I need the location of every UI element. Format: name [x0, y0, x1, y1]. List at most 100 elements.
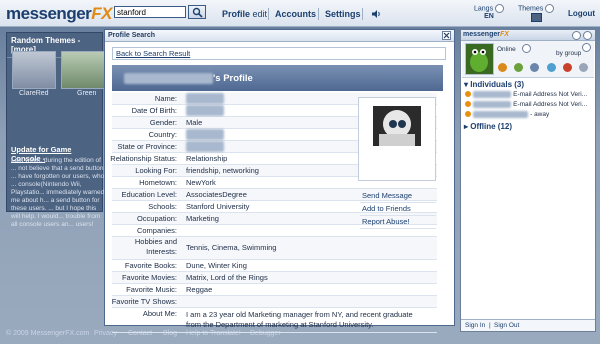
chevron-down-icon[interactable]: [545, 4, 555, 13]
langs-label: Langs: [474, 5, 494, 13]
field-label: Education Level:: [121, 190, 177, 199]
sign-out-link[interactable]: Sign Out: [494, 322, 519, 329]
close-icon: [443, 32, 450, 39]
field-value: Male: [186, 118, 203, 127]
field-label: Favorite TV Shows:: [111, 297, 177, 306]
minimize-icon[interactable]: [572, 31, 581, 40]
nav-profile-edit[interactable]: edit: [253, 9, 268, 19]
nav-divider: [318, 8, 319, 20]
nav-divider: [362, 8, 363, 20]
group-individuals-label: Individuals (3): [470, 80, 525, 89]
logout-link[interactable]: Logout: [568, 9, 595, 18]
expand-chevron-icon: ▾: [464, 80, 469, 89]
field-value: xxxxxxxxxx: [186, 93, 224, 104]
field-value: Reggae: [186, 285, 213, 294]
field-label: Gender:: [149, 118, 177, 127]
expand-chevron-icon: ▸: [464, 122, 469, 131]
profile-field-row: Favorite TV Shows:: [112, 296, 437, 308]
theme-selector[interactable]: Themes: [518, 4, 555, 24]
field-value-blurred: xxxxxxxxxx: [186, 141, 224, 152]
theme-swatch-icon: [530, 13, 542, 22]
field-label: Name:: [154, 94, 177, 103]
search-button[interactable]: [188, 5, 206, 19]
profile-heading: Duncan Tomorboda's Profile: [124, 73, 253, 84]
nav-divider: [268, 8, 269, 20]
contact-item[interactable]: xx1738s.com E-mail Address Not Veri...: [465, 91, 595, 100]
messenger-footer: Sign In | Sign Out: [461, 319, 595, 331]
theme-thumb-green[interactable]: [61, 51, 105, 89]
status-dropdown-icon[interactable]: [522, 44, 531, 53]
field-value: NewYork: [186, 178, 216, 187]
speaker-icon[interactable]: [371, 9, 381, 19]
group-mode[interactable]: by group: [556, 50, 581, 57]
chevron-down-icon[interactable]: [495, 4, 505, 13]
profile-field-row: Favorite Books: Dune, Winter King: [112, 260, 437, 272]
frog-avatar-image: [466, 44, 493, 74]
group-offline[interactable]: ▸ Offline (12): [464, 122, 512, 131]
block-icon[interactable]: [562, 63, 572, 72]
contacts-icon[interactable]: [514, 63, 524, 72]
contact-email-blurred: xx1738s.com: [473, 101, 512, 108]
send-message-button[interactable]: Send Message: [360, 190, 436, 203]
profile-field-row: Favorite Movies: Matrix, Lord of the Ring…: [112, 272, 437, 284]
dialog-title: Profile Search: [105, 30, 454, 42]
themes-label: Themes: [518, 5, 544, 13]
lang-value: EN: [484, 13, 494, 20]
group-mode-dropdown-icon[interactable]: [582, 43, 591, 52]
profile-field-row: Hobbies and Interests: Tennis, Cinema, Sw…: [112, 237, 437, 260]
nav-accounts[interactable]: Accounts: [275, 9, 316, 19]
field-label: Country:: [148, 130, 177, 139]
back-to-results-link[interactable]: Back to Search Result: [112, 47, 446, 60]
status-icon: [465, 111, 471, 118]
field-label: Favorite Music:: [126, 285, 177, 294]
nav-profile[interactable]: Profile edit: [222, 9, 267, 19]
language-selector[interactable]: Langs EN: [474, 4, 505, 20]
field-label: State or Province:: [117, 142, 177, 151]
messenger-panel-header: messengerFX: [461, 30, 595, 41]
field-label: Occupation:: [136, 214, 177, 223]
theme-label: Green: [77, 90, 97, 97]
chat-icon[interactable]: [546, 63, 556, 72]
top-bar: messengerFX stanford Profile edit Accoun…: [0, 0, 600, 27]
contact-item[interactable]: xx1738s.com E-mail Address Not Veri...: [465, 101, 595, 110]
group-individuals[interactable]: ▾ Individuals (3): [464, 80, 524, 89]
profile-name-blurred: Duncan Tomorboda: [124, 73, 214, 84]
my-profile-card: Online by group: [462, 41, 594, 78]
messenger-logo-text: messenger: [463, 31, 500, 38]
theme-thumb-clarered[interactable]: [12, 51, 56, 89]
left-panel: Random Themes - [more] ClareRed Green Up…: [6, 32, 105, 228]
field-value: Stanford University: [186, 202, 250, 211]
contact-email-blurred: xx1738s.com: [473, 91, 512, 98]
app-logo[interactable]: messengerFX: [6, 4, 113, 24]
contact-item[interactable]: xx1738s.com.tr.xxx - away: [465, 111, 595, 120]
add-to-friends-button[interactable]: Add to Friends: [360, 203, 436, 216]
field-label: Favorite Movies:: [121, 273, 177, 282]
profile-field-row: Favorite Music: Reggae: [112, 284, 437, 296]
profile-photo-image: [373, 106, 421, 146]
status-icon: [465, 91, 471, 98]
report-abuse-button[interactable]: Report Abuse!: [360, 216, 436, 229]
nav-settings[interactable]: Settings: [325, 9, 361, 19]
messenger-panel: messengerFX Online by group ▾ Individual…: [460, 29, 596, 332]
profile-banner: Duncan Tomorboda's Profile: [112, 65, 443, 91]
status-value[interactable]: Online: [497, 46, 516, 53]
field-value: Tennis, Cinema, Swimming: [186, 243, 277, 252]
contact-email-blurred: xx1738s.com.tr.xxx: [473, 111, 529, 118]
avatar[interactable]: [465, 43, 494, 75]
close-icon[interactable]: [583, 31, 592, 40]
field-value: Matrix, Lord of the Rings: [186, 273, 268, 282]
profile-photo: [358, 97, 436, 181]
close-button[interactable]: [442, 31, 451, 40]
theme-label: ClareRed: [19, 90, 49, 97]
field-value: I am a 23 year old Marketing manager fro…: [186, 310, 413, 329]
field-value: Dune, Winter King: [186, 261, 247, 270]
nav-profile-label: Profile: [222, 9, 251, 19]
field-label: Hobbies and Interests:: [134, 237, 177, 256]
add-contact-icon[interactable]: [498, 63, 507, 72]
sign-in-link[interactable]: Sign In: [465, 322, 485, 329]
messenger-logo-fx: FX: [499, 31, 509, 38]
more-icon[interactable]: [579, 63, 589, 72]
search-input[interactable]: stanford: [114, 6, 186, 18]
field-value: xxxxxxxxxx: [186, 105, 224, 116]
groups-icon[interactable]: [530, 63, 540, 72]
